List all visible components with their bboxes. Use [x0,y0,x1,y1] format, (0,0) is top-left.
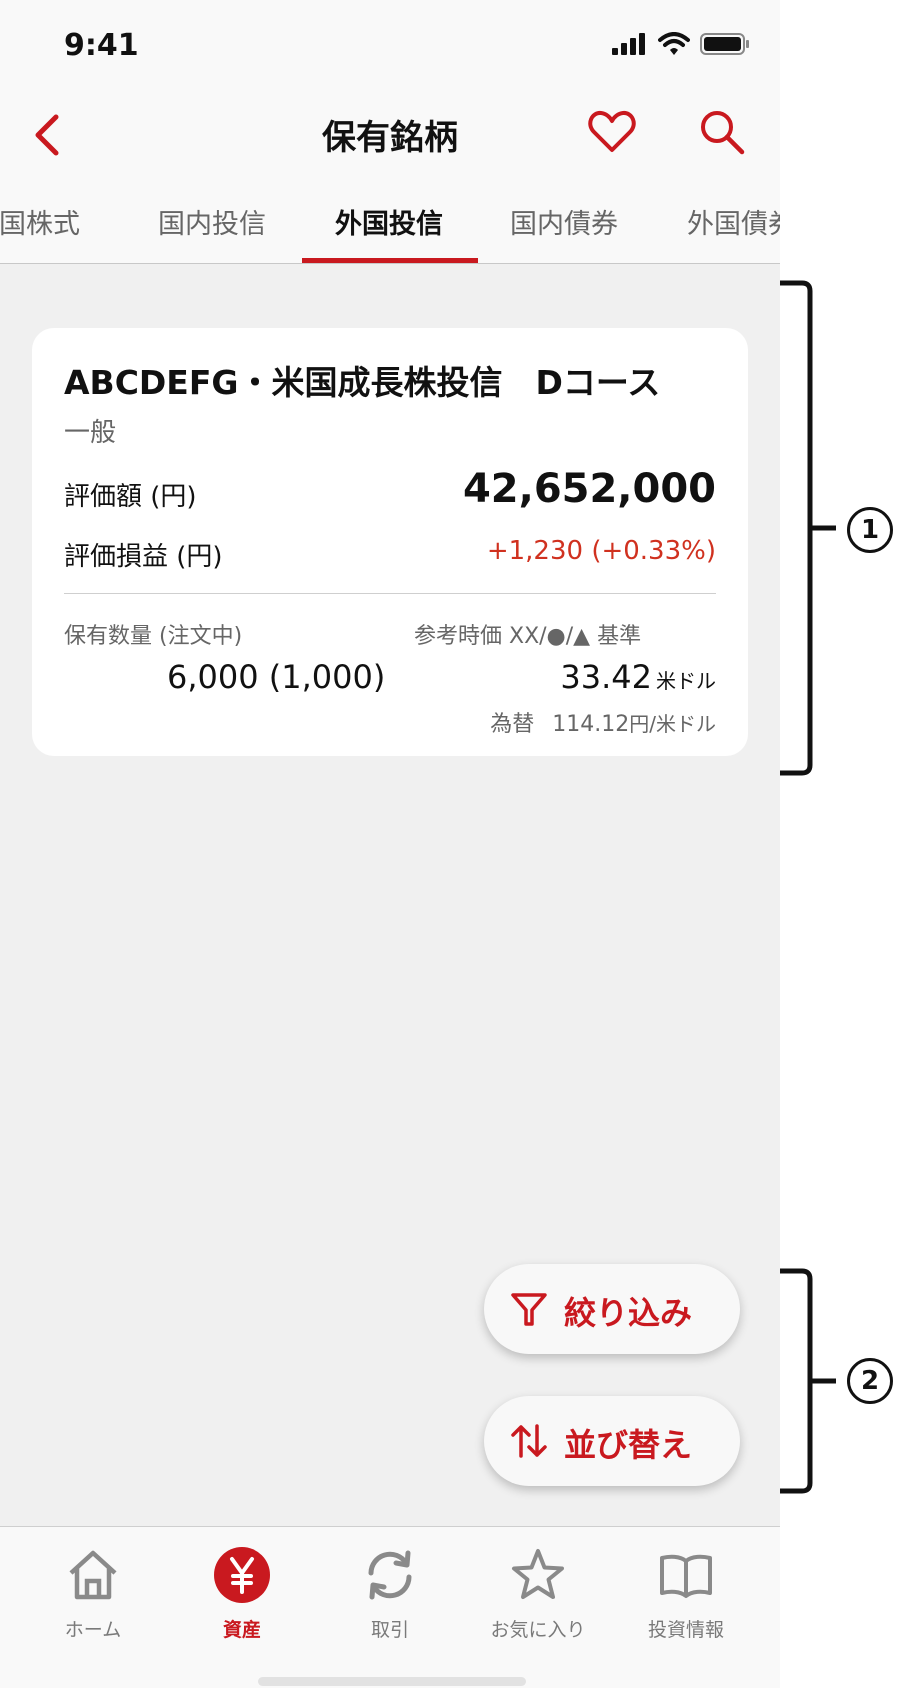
tab-domestic-bonds[interactable]: 国内債券 [510,202,618,241]
pl-value: +1,230 (+0.33%) [486,536,716,566]
nav-item-assets[interactable]: 資産 [167,1537,317,1647]
active-tab-indicator [302,258,478,263]
ref-price: 33.42 米ドル [560,658,716,696]
ref-price-label: 参考時価 XX/●/▲ 基準 [414,624,642,649]
favorite-button[interactable] [584,104,640,160]
nav-label-home: ホーム [64,1619,122,1641]
status-time: 9:41 [64,28,139,63]
nav-label-assets: 資産 [222,1619,261,1641]
quantity-value: 6,000 (1,000) [167,658,386,696]
nav-item-home[interactable]: ホーム [18,1537,168,1647]
filter-label: 絞り込み [564,1294,693,1332]
filter-button[interactable]: 絞り込み [484,1264,740,1354]
annotation-bracket-2 [780,1268,836,1494]
signal-icon [612,33,645,55]
valuation-label: 評価額 (円) [64,482,197,512]
tab-domestic-funds[interactable]: 国内投信 [158,202,266,241]
fx-value: 114.12 [552,712,630,737]
yen-icon [214,1547,270,1603]
category-tabs: 外国株式 国内投信 外国投信 国内債券 外国債券 [0,180,780,264]
nav-item-trade[interactable]: 取引 [315,1537,465,1647]
annotation-marker-1: 1 [847,507,893,553]
pl-label: 評価損益 (円) [64,542,223,572]
nav-label-favorites: お気に入り [490,1619,586,1641]
fx-unit: 円/米ドル [629,712,716,736]
annotation-marker-2: 2 [847,1358,893,1404]
nav-item-favorites[interactable]: お気に入り [463,1537,613,1647]
fx-rate: 為替 114.12円/米ドル [490,706,716,738]
home-icon [69,1550,117,1600]
status-bar: 9:41 [0,0,780,90]
page-title: 保有銘柄 [322,118,458,158]
filter-icon [511,1293,547,1326]
sort-button[interactable]: 並び替え [484,1396,740,1486]
ref-price-value: 33.42 [560,658,652,696]
ref-price-unit: 米ドル [656,669,716,693]
bottom-nav: ホーム 資産 取引 お気に入り 投資情報 [0,1526,780,1688]
nav-header: 保有銘柄 [0,90,780,180]
battery-icon [700,33,749,55]
tab-foreign-stocks[interactable]: 外国株式 [0,202,80,241]
holding-card[interactable]: ABCDEFG・米国成長株投信 Dコース 一般 評価額 (円) 42,652,0… [32,328,748,756]
account-type: 一般 [64,418,117,448]
phone-screen: 9:41 保有銘柄 国株式 国内投信 外国投信 国内債券 外国債 ABCDEFG… [0,0,780,1688]
refresh-icon [368,1550,412,1600]
book-icon [660,1554,712,1598]
fund-name: ABCDEFG・米国成長株投信 Dコース [64,363,661,402]
wifi-icon [658,32,690,55]
annotation-bracket-1 [780,280,836,776]
nav-item-investment-info[interactable]: 投資情報 [611,1537,761,1647]
sort-label: 並び替え [564,1426,693,1464]
card-divider [64,593,716,594]
valuation-value: 42,652,000 [462,466,716,512]
star-icon [512,1549,564,1599]
tab-foreign-bonds[interactable]: 外国債券 [687,202,780,241]
tab-foreign-funds[interactable]: 外国投信 [335,202,443,241]
search-icon [701,111,745,155]
heart-icon [588,111,636,152]
quantity-label: 保有数量 (注文中) [64,624,243,649]
fx-label: 為替 [490,712,535,737]
search-button[interactable] [694,104,750,160]
status-icons [612,32,750,56]
sort-icon [511,1424,547,1458]
nav-label-investment-info: 投資情報 [647,1619,724,1641]
home-indicator [258,1677,526,1686]
nav-label-trade: 取引 [370,1619,409,1641]
